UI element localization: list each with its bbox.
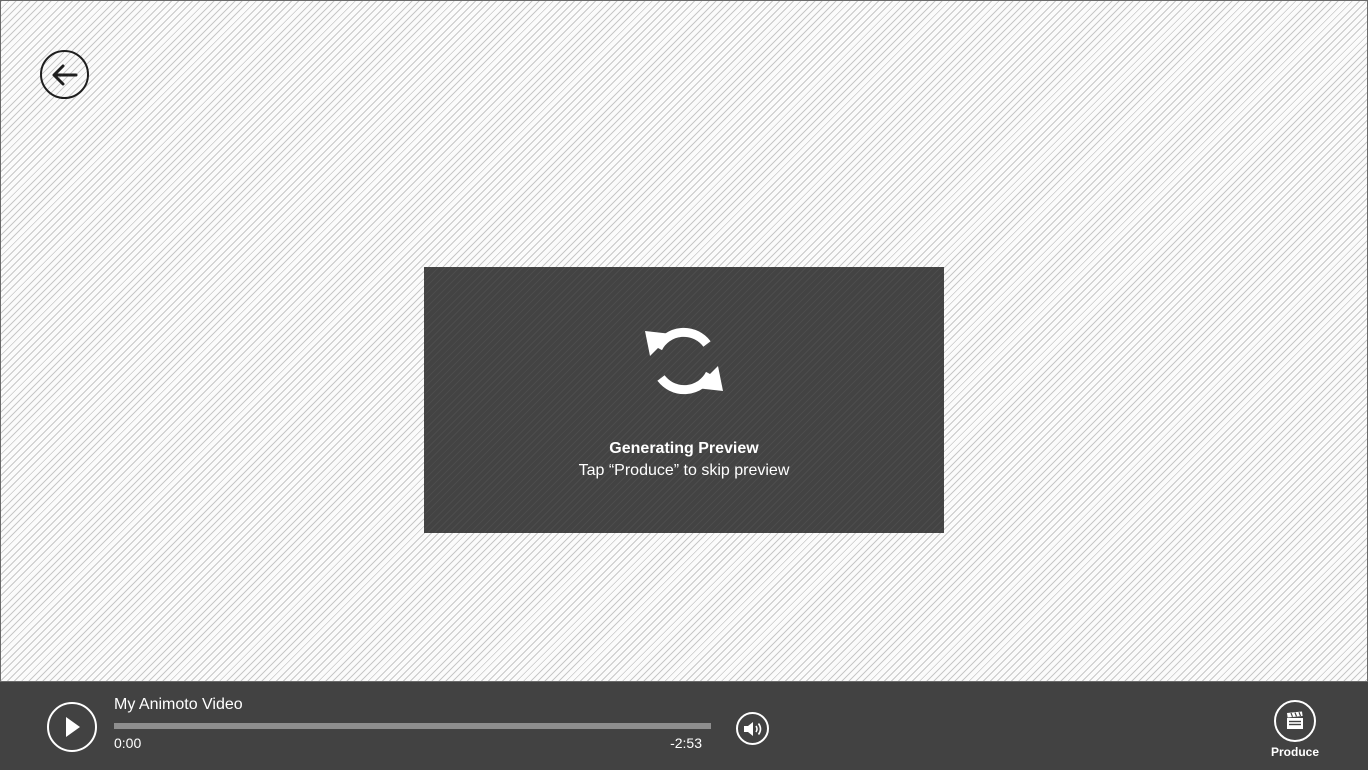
produce-button[interactable] (1274, 700, 1316, 742)
remaining-time: -2:53 (670, 735, 702, 751)
arrow-left-icon (52, 64, 77, 85)
play-button[interactable] (47, 702, 97, 752)
back-button[interactable] (40, 50, 89, 99)
refresh-icon (645, 327, 723, 395)
volume-button[interactable] (736, 712, 769, 745)
preview-subtitle: Tap “Produce” to skip preview (578, 462, 790, 479)
current-time: 0:00 (114, 735, 142, 751)
progress-bar[interactable] (114, 723, 711, 729)
video-title: My Animoto Video (114, 696, 243, 713)
speaker-icon (743, 721, 761, 736)
clapperboard-icon (1287, 711, 1303, 729)
preview-title: Generating Preview (609, 440, 759, 457)
play-icon (66, 717, 80, 737)
produce-label: Produce (1270, 745, 1319, 759)
